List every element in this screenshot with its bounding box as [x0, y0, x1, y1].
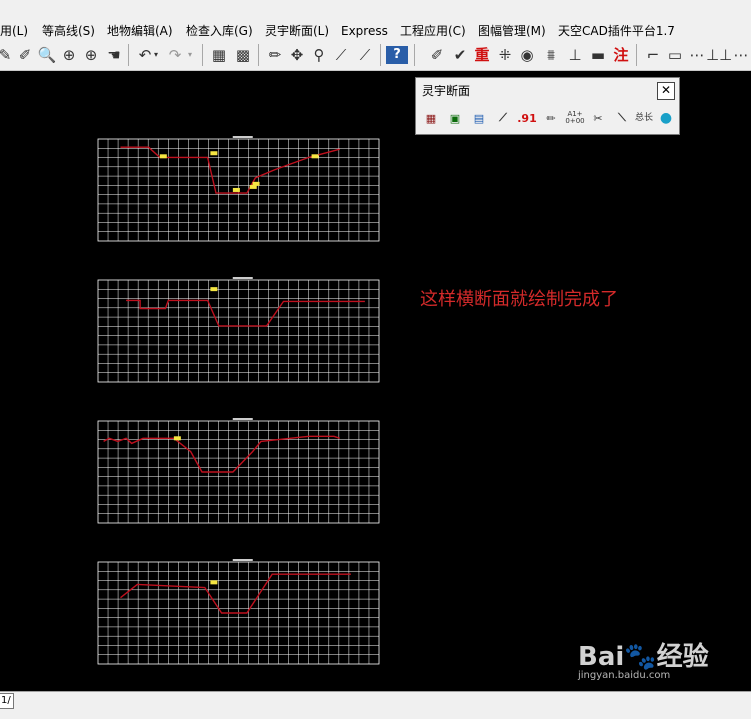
elevation-label-marker [311, 154, 319, 159]
cross-section-3[interactable] [95, 418, 382, 528]
grid-icon[interactable]: ⁜ [494, 44, 516, 66]
ground-profile-line [126, 299, 365, 327]
dash-icon[interactable]: ⋯ [686, 44, 708, 66]
redo-char-icon[interactable]: 重 [471, 44, 493, 66]
baidu-jingyan-logo: Bai🐾经验 [578, 642, 709, 672]
menu-item-check-import[interactable]: 检查入库(G) [186, 22, 253, 40]
elevation-label-marker [173, 436, 181, 441]
menu-item-tiankong-plugin[interactable]: 天空CAD插件平台1.7 [558, 22, 675, 40]
chart-icon[interactable]: ▤ [469, 108, 489, 128]
dropdown-icon[interactable]: ▾ [184, 44, 196, 66]
toolbar: ✎ ✐ 🔍 ⊕ ⊕ ☚ ↶ ▾ ↷ ▾ ▦ ▩ ✏ ✥ ⚲ ⟋ ⟋ ? ✐ ✔ … [0, 40, 751, 71]
cross-section-2[interactable] [95, 277, 382, 387]
layout-tab[interactable]: 1/ [0, 693, 14, 709]
node-icon[interactable]: ⚲ [308, 44, 330, 66]
length-icon[interactable]: 总长 [632, 108, 656, 128]
toolbar-separator [128, 44, 129, 66]
zoom-realtime-icon[interactable]: 🔍 [36, 44, 58, 66]
camera-icon[interactable]: ◉ [516, 44, 538, 66]
toolbar-separator [202, 44, 203, 66]
draw-icon[interactable]: ✐ [14, 44, 36, 66]
cross-section-drawing [97, 418, 380, 524]
pan-hand-icon[interactable]: ☚ [103, 44, 125, 66]
section-title [232, 136, 253, 138]
menu-item-feature-edit[interactable]: 地物编辑(A) [107, 22, 173, 40]
zoom-window-icon[interactable]: ⊕ [58, 44, 80, 66]
elevation-label-marker [252, 181, 260, 186]
close-icon[interactable]: ✕ [657, 82, 675, 100]
trim-icon[interactable]: ⟋ [354, 44, 376, 66]
table-icon[interactable]: ▩ [232, 44, 254, 66]
measure-icon[interactable]: ▬ [587, 44, 609, 66]
menu-item-use[interactable]: 用(L) [0, 22, 28, 40]
cross-section-drawing [97, 277, 380, 383]
toolbar-separator [258, 44, 259, 66]
extend-icon[interactable]: ⟋ [330, 44, 352, 66]
ground-profile-line [120, 146, 340, 194]
section-title [232, 559, 253, 561]
menu-item-lingyu-section[interactable]: 灵宇断面(L) [265, 22, 329, 40]
check-icon[interactable]: ✔ [449, 44, 471, 66]
cross-section-drawing [97, 559, 380, 665]
frame-icon[interactable]: ▣ [445, 108, 465, 128]
elevation-label-marker [210, 287, 218, 292]
road-icon[interactable]: ⩩ [540, 44, 562, 66]
status-bar: 1/ [0, 691, 751, 719]
gap-icon[interactable]: ⊥⊥ [706, 44, 732, 66]
ground-profile-line [120, 573, 351, 614]
elevation-label-marker [232, 187, 240, 192]
color-icon[interactable]: ● [656, 108, 676, 128]
lingyu-section-palette[interactable]: 灵宇断面 ✕ ▦ ▣ ▤ ⟋ .91 ✏ A1+ 0+00 ✂ ⟍ 总长 ● [415, 77, 680, 135]
elevation-icon[interactable]: .91 [515, 108, 539, 128]
redo-icon[interactable]: ↷ [164, 44, 186, 66]
cross-section-drawing [97, 136, 380, 242]
dropdown-icon[interactable]: ▾ [150, 44, 162, 66]
level-icon[interactable]: ⊥ [564, 44, 586, 66]
note-icon[interactable]: 注 [610, 44, 632, 66]
chainage-icon[interactable]: A1+ 0+00 [563, 108, 587, 128]
toolbar-separator [380, 44, 381, 66]
elevation-label-marker [210, 151, 218, 156]
properties-icon[interactable]: ▦ [208, 44, 230, 66]
watermark-url: jingyan.baidu.com [578, 670, 671, 681]
menu-bar: 用(L) 等高线(S) 地物编辑(A) 检查入库(G) 灵宇断面(L) Expr… [0, 0, 751, 40]
toolbar-separator [636, 44, 637, 66]
cut-icon[interactable]: ✂ [588, 108, 608, 128]
section-title [232, 418, 253, 420]
menu-item-engineering[interactable]: 工程应用(C) [400, 22, 466, 40]
palette-title: 灵宇断面 [422, 84, 471, 98]
stake-icon[interactable]: ✏ [541, 108, 561, 128]
help-icon[interactable]: ? [386, 46, 408, 64]
menu-item-sheet-manage[interactable]: 图幅管理(M) [478, 22, 546, 40]
pick-icon[interactable]: ✐ [426, 44, 448, 66]
annotation-text: 这样横断面就绘制完成了 [420, 289, 618, 310]
rect-icon[interactable]: ▭ [664, 44, 686, 66]
ruler-icon[interactable]: ⟋ [493, 108, 513, 128]
cross-section-4[interactable] [95, 559, 382, 669]
zoom-in-icon[interactable]: ⊕ [80, 44, 102, 66]
ground-profile-line [103, 435, 340, 473]
cross-section-1[interactable] [95, 136, 382, 246]
drawing-canvas[interactable] [0, 71, 751, 691]
dash-icon[interactable]: ⋯ [730, 44, 751, 66]
elevation-label-marker [210, 580, 218, 585]
elevation-label-marker [159, 154, 167, 159]
menu-item-express[interactable]: Express [341, 22, 388, 40]
corner-icon[interactable]: ⌐ [642, 44, 664, 66]
section-title [232, 277, 253, 279]
draw-line-icon[interactable]: ⟍ [612, 108, 632, 128]
move-icon[interactable]: ✥ [286, 44, 308, 66]
toolbar-separator [414, 44, 415, 66]
menu-item-contour[interactable]: 等高线(S) [42, 22, 95, 40]
line-icon[interactable]: ✏ [264, 44, 286, 66]
grid-section-icon[interactable]: ▦ [421, 108, 441, 128]
